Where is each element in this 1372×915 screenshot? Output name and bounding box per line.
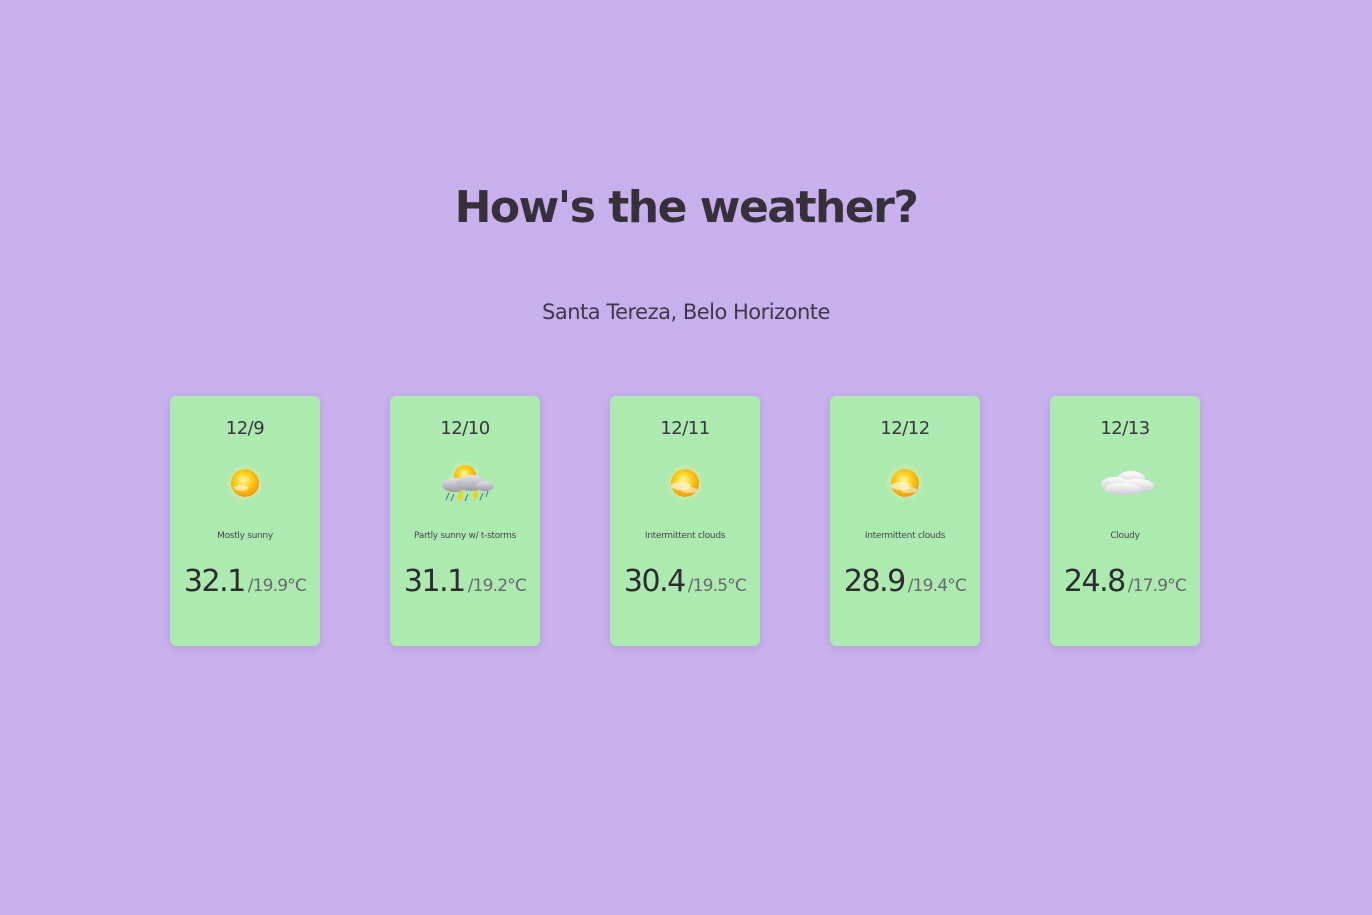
mostly-sunny-icon <box>225 463 265 503</box>
location-label: Santa Tereza, Belo Horizonte <box>542 300 830 324</box>
forecast-condition: Mostly sunny <box>217 531 273 541</box>
forecast-condition: Intermittent clouds <box>644 531 726 541</box>
cloudy-icon <box>1101 471 1154 495</box>
forecast-card: 12/11 Intermittent clouds 30.4/19.5°C <box>610 396 760 646</box>
forecast-temperatures: 32.1/19.9°C <box>170 564 320 599</box>
forecast-date: 12/10 <box>440 418 490 439</box>
weather-page: How's the weather? Santa Tereza, Belo Ho… <box>0 0 1372 915</box>
forecast-low: /19.9°C <box>247 576 307 596</box>
forecast-high: 31.1 <box>403 564 466 599</box>
forecast-high: 30.4 <box>623 564 686 599</box>
page-title: How's the weather? <box>454 182 919 233</box>
forecast-low: /19.4°C <box>907 576 967 596</box>
forecast-condition: Cloudy <box>1110 531 1140 541</box>
forecast-date: 12/11 <box>660 418 710 439</box>
forecast-card: 12/10 Partly sunny w/ t-storms 31.1/19.2… <box>390 396 540 646</box>
intermittent-clouds-icon <box>885 463 925 503</box>
forecast-condition: Intermittent clouds <box>864 531 946 541</box>
forecast-low: /19.2°C <box>467 576 527 596</box>
forecast-low: /19.5°C <box>687 576 747 596</box>
forecast-temperatures: 30.4/19.5°C <box>610 564 760 599</box>
partly-sunny-tstorms-icon <box>442 460 494 504</box>
intermittent-clouds-icon <box>665 463 705 503</box>
forecast-temperatures: 31.1/19.2°C <box>390 564 540 599</box>
forecast-card: 12/9 Mostly sunny 32.1/19.9°C <box>170 396 320 646</box>
forecast-list: 12/9 Mostly sunny 32.1/19.9°C 12/10 Part… <box>170 396 1200 646</box>
forecast-date: 12/13 <box>1100 418 1150 439</box>
forecast-high: 28.9 <box>843 564 906 599</box>
forecast-card: 12/13 Cloudy 24.8/17.9°C <box>1050 396 1200 646</box>
forecast-card: 12/12 Intermittent clouds 28.9/19.4°C <box>830 396 980 646</box>
forecast-condition: Partly sunny w/ t-storms <box>414 531 516 541</box>
forecast-temperatures: 28.9/19.4°C <box>830 564 980 599</box>
forecast-date: 12/12 <box>880 418 930 439</box>
forecast-low: /17.9°C <box>1127 576 1187 596</box>
forecast-date: 12/9 <box>225 418 265 439</box>
forecast-high: 24.8 <box>1063 564 1126 599</box>
forecast-temperatures: 24.8/17.9°C <box>1050 564 1200 599</box>
forecast-high: 32.1 <box>183 564 246 599</box>
